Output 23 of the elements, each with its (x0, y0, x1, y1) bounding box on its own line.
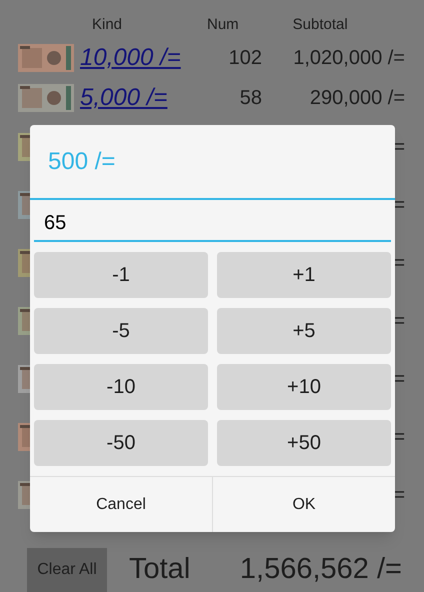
step-button[interactable]: +10 (217, 364, 391, 410)
column-header: Subtotal (292, 14, 348, 34)
column-header: Num (207, 14, 239, 34)
count-cell-text: 58 (238, 86, 262, 111)
dialog-button[interactable]: OK (212, 477, 395, 532)
dialog-title: 500 /= (48, 146, 116, 176)
step-button[interactable]: -1 (34, 252, 208, 298)
step-button[interactable]: -10 (34, 364, 208, 410)
denomination-link[interactable]: 5,000 /= (80, 80, 200, 116)
column-header: Kind (92, 14, 124, 34)
step-button[interactable]: +50 (217, 420, 391, 466)
dialog-button[interactable]: Cancel (30, 477, 212, 532)
total-label: Total (129, 552, 190, 588)
subtotal-cell-text: 290,000 /= (308, 86, 405, 111)
denomination-link[interactable]: 10,000 /= (80, 40, 200, 76)
count-cell-text: 102 (228, 46, 262, 71)
subtotal-cell-text: 1,020,000 /= (292, 46, 405, 71)
total-value: 1,566,562 /= (240, 552, 402, 588)
step-button[interactable]: -50 (34, 420, 208, 466)
step-button[interactable]: -5 (34, 308, 208, 354)
count-field[interactable]: 65 (34, 206, 391, 242)
step-button[interactable]: +5 (217, 308, 391, 354)
step-button[interactable]: +1 (217, 252, 391, 298)
